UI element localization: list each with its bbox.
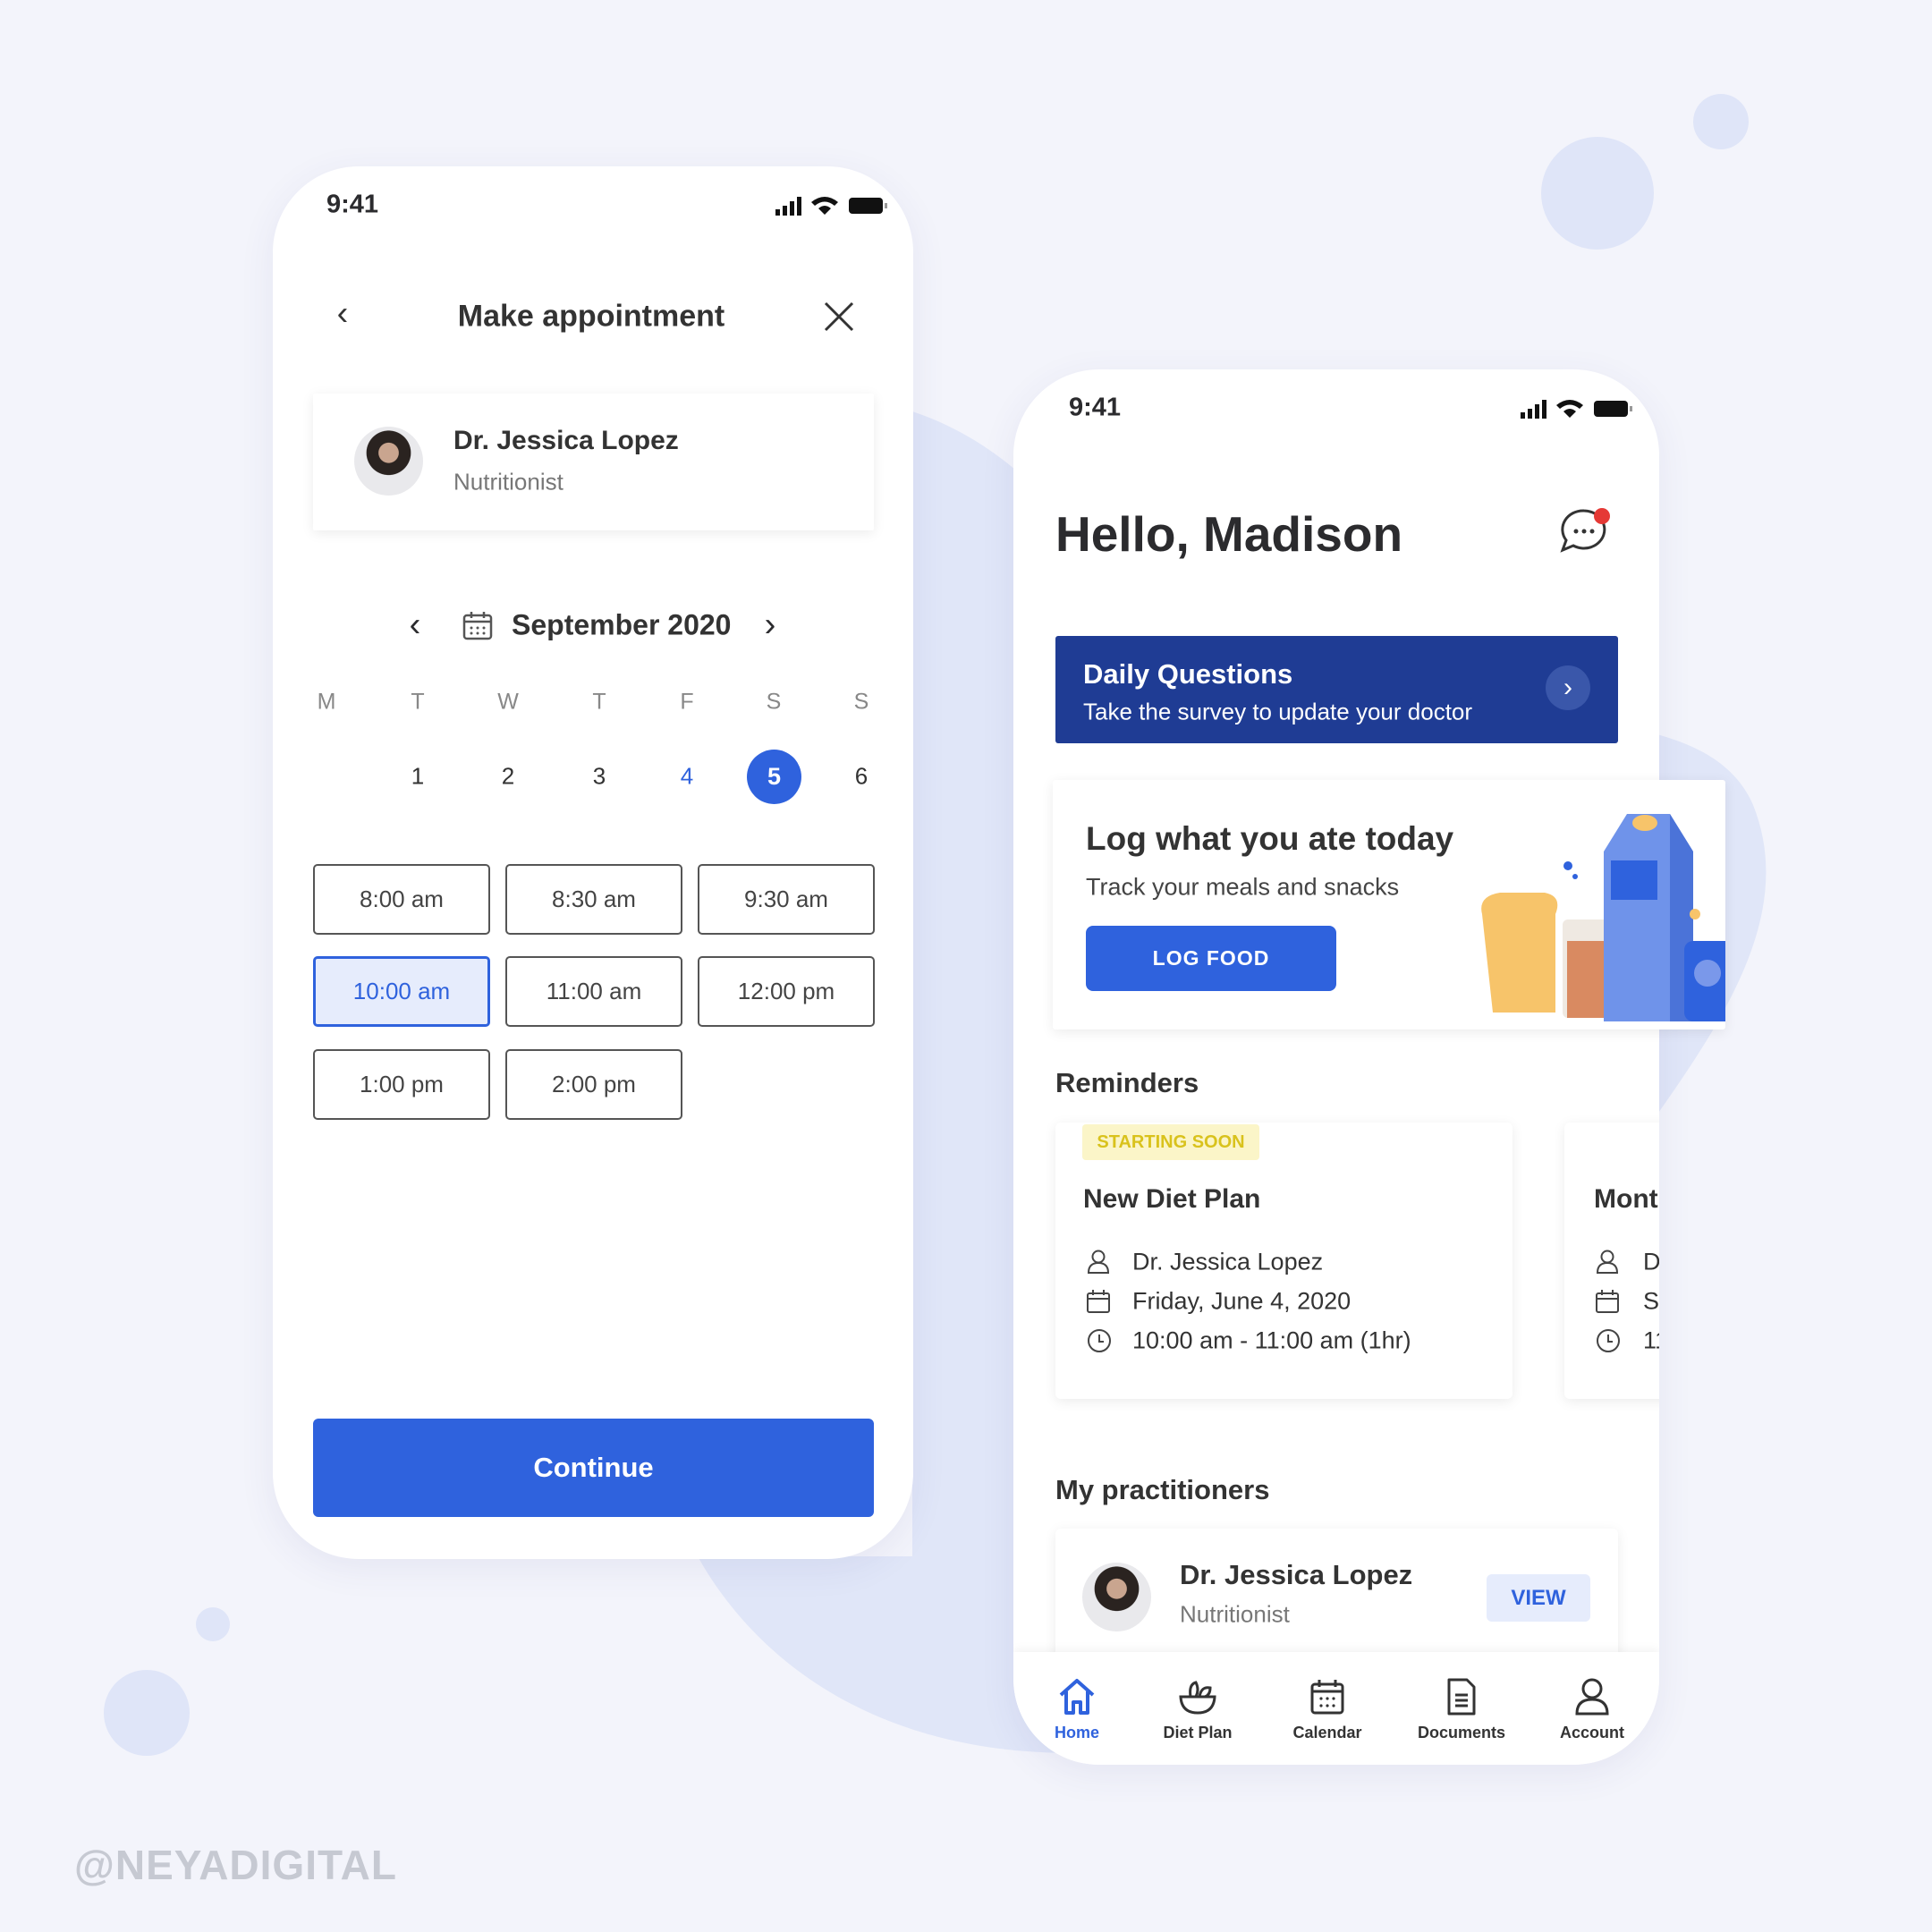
date-cell[interactable]: 2	[502, 763, 514, 791]
doctor-card: Dr. Jessica Lopez Nutritionist	[313, 394, 874, 530]
chevron-right-icon[interactable]: ›	[1546, 665, 1590, 710]
back-button[interactable]: ‹	[337, 295, 349, 334]
calendar-icon	[1310, 1680, 1344, 1715]
reminder-doctor: D	[1643, 1248, 1659, 1275]
reminders-title: Reminders	[1055, 1067, 1199, 1098]
user-icon	[1575, 1678, 1609, 1716]
nav-label: Diet Plan	[1163, 1724, 1233, 1741]
log-food-card: Log what you ate today Track your meals …	[1053, 780, 1725, 1030]
reminder-time: 11	[1643, 1326, 1659, 1354]
nav-documents[interactable]: Documents	[1399, 1652, 1524, 1742]
home-screen: 9:41 Hello, Madison Daily Questions Take…	[1013, 369, 1659, 1765]
date-cell-selected[interactable]: 5	[747, 750, 801, 804]
time-slot[interactable]: 12:00 pm	[698, 956, 875, 1027]
view-button[interactable]: VIEW	[1487, 1574, 1590, 1622]
watermark: @NEYADIGITAL	[74, 1842, 397, 1888]
decor-circle	[1693, 94, 1749, 149]
calendar-icon	[462, 612, 493, 640]
chat-icon[interactable]	[1557, 504, 1613, 559]
salad-bowl-icon	[1179, 1681, 1216, 1715]
date-cell[interactable]: 6	[855, 763, 868, 791]
weekday-label: T	[592, 689, 606, 715]
weekday-label: M	[317, 689, 336, 715]
reminder-time: 10:00 am - 11:00 am (1hr)	[1132, 1326, 1411, 1354]
weekday-label: W	[497, 689, 519, 715]
reminder-title: New Diet Plan	[1083, 1184, 1261, 1214]
nav-label: Home	[1054, 1724, 1099, 1741]
page-title: Make appointment	[457, 299, 725, 334]
date-cell[interactable]: 3	[593, 763, 606, 791]
time-slot[interactable]: 11:00 am	[505, 956, 682, 1027]
reminder-date: Friday, June 4, 2020	[1132, 1287, 1352, 1315]
status-time: 9:41	[1069, 393, 1122, 422]
avatar	[1082, 1563, 1151, 1631]
nav-calendar[interactable]: Calendar	[1265, 1652, 1390, 1742]
avatar	[354, 427, 423, 496]
banner-subtitle: Take the survey to update your doctor	[1083, 698, 1473, 725]
user-icon	[1596, 1250, 1619, 1274]
status-icons	[775, 197, 887, 216]
calendar-icon	[1087, 1290, 1110, 1313]
user-icon	[1087, 1250, 1110, 1274]
decor-circle	[104, 1670, 190, 1756]
calendar-icon	[1596, 1290, 1619, 1313]
weekday-label: S	[853, 689, 869, 715]
reminder-card[interactable]: Mont D S 11	[1564, 1123, 1659, 1399]
daily-questions-banner[interactable]: Daily Questions Take the survey to updat…	[1055, 636, 1618, 743]
close-icon[interactable]	[823, 301, 855, 333]
log-food-button[interactable]: LOG FOOD	[1086, 926, 1336, 991]
month-label: September 2020	[512, 608, 732, 641]
nav-label: Documents	[1417, 1724, 1505, 1741]
clock-icon	[1597, 1329, 1620, 1352]
nav-label: Account	[1560, 1724, 1624, 1741]
decor-circle	[1541, 137, 1654, 250]
time-slot[interactable]: 9:30 am	[698, 864, 875, 935]
document-icon	[1447, 1678, 1476, 1716]
time-slot-selected[interactable]: 10:00 am	[313, 956, 490, 1027]
clock-icon	[1088, 1329, 1111, 1352]
banner-title: Daily Questions	[1083, 658, 1293, 690]
practitioners-title: My practitioners	[1055, 1474, 1270, 1505]
date-cell[interactable]: 1	[411, 763, 424, 791]
nav-label: Calendar	[1292, 1724, 1362, 1741]
log-subtitle: Track your meals and snacks	[1086, 873, 1400, 901]
prev-month-button[interactable]: ‹	[410, 606, 421, 645]
weekday-label: S	[766, 689, 782, 715]
home-icon	[1059, 1679, 1095, 1715]
time-slot[interactable]: 1:00 pm	[313, 1049, 490, 1120]
doctor-role: Nutritionist	[453, 468, 564, 496]
reminder-card[interactable]: STARTING SOON New Diet Plan Dr. Jessica …	[1055, 1123, 1513, 1399]
reminder-date: S	[1643, 1287, 1659, 1315]
nav-diet-plan[interactable]: Diet Plan	[1135, 1652, 1260, 1742]
date-cell[interactable]: 4	[681, 763, 693, 791]
nav-account[interactable]: Account	[1530, 1652, 1655, 1742]
time-slot[interactable]: 8:00 am	[313, 864, 490, 935]
time-slot[interactable]: 2:00 pm	[505, 1049, 682, 1120]
decor-circle	[196, 1607, 230, 1641]
status-icons	[1521, 400, 1632, 419]
notification-dot	[1594, 508, 1610, 524]
food-illustration	[1481, 814, 1725, 1021]
weekday-label: F	[680, 689, 694, 715]
log-title: Log what you ate today	[1086, 820, 1454, 857]
nav-home[interactable]: Home	[1014, 1652, 1140, 1742]
continue-button[interactable]: Continue	[313, 1419, 874, 1517]
weekday-label: T	[411, 689, 425, 715]
next-month-button[interactable]: ›	[765, 606, 776, 645]
practitioner-role: Nutritionist	[1180, 1600, 1290, 1628]
appointment-screen: 9:41 ‹ Make appointment Dr. Jessica Lope…	[273, 166, 913, 1559]
reminder-title: Mont	[1594, 1184, 1658, 1214]
doctor-name: Dr. Jessica Lopez	[453, 426, 679, 455]
time-slot[interactable]: 8:30 am	[505, 864, 682, 935]
status-time: 9:41	[326, 190, 379, 219]
reminder-doctor: Dr. Jessica Lopez	[1132, 1248, 1324, 1275]
greeting: Hello, Madison	[1055, 506, 1403, 562]
status-badge: STARTING SOON	[1082, 1124, 1259, 1160]
practitioner-name: Dr. Jessica Lopez	[1180, 1559, 1413, 1590]
bottom-nav: Home Diet Plan Calendar Documents Accoun…	[1013, 1652, 1659, 1765]
